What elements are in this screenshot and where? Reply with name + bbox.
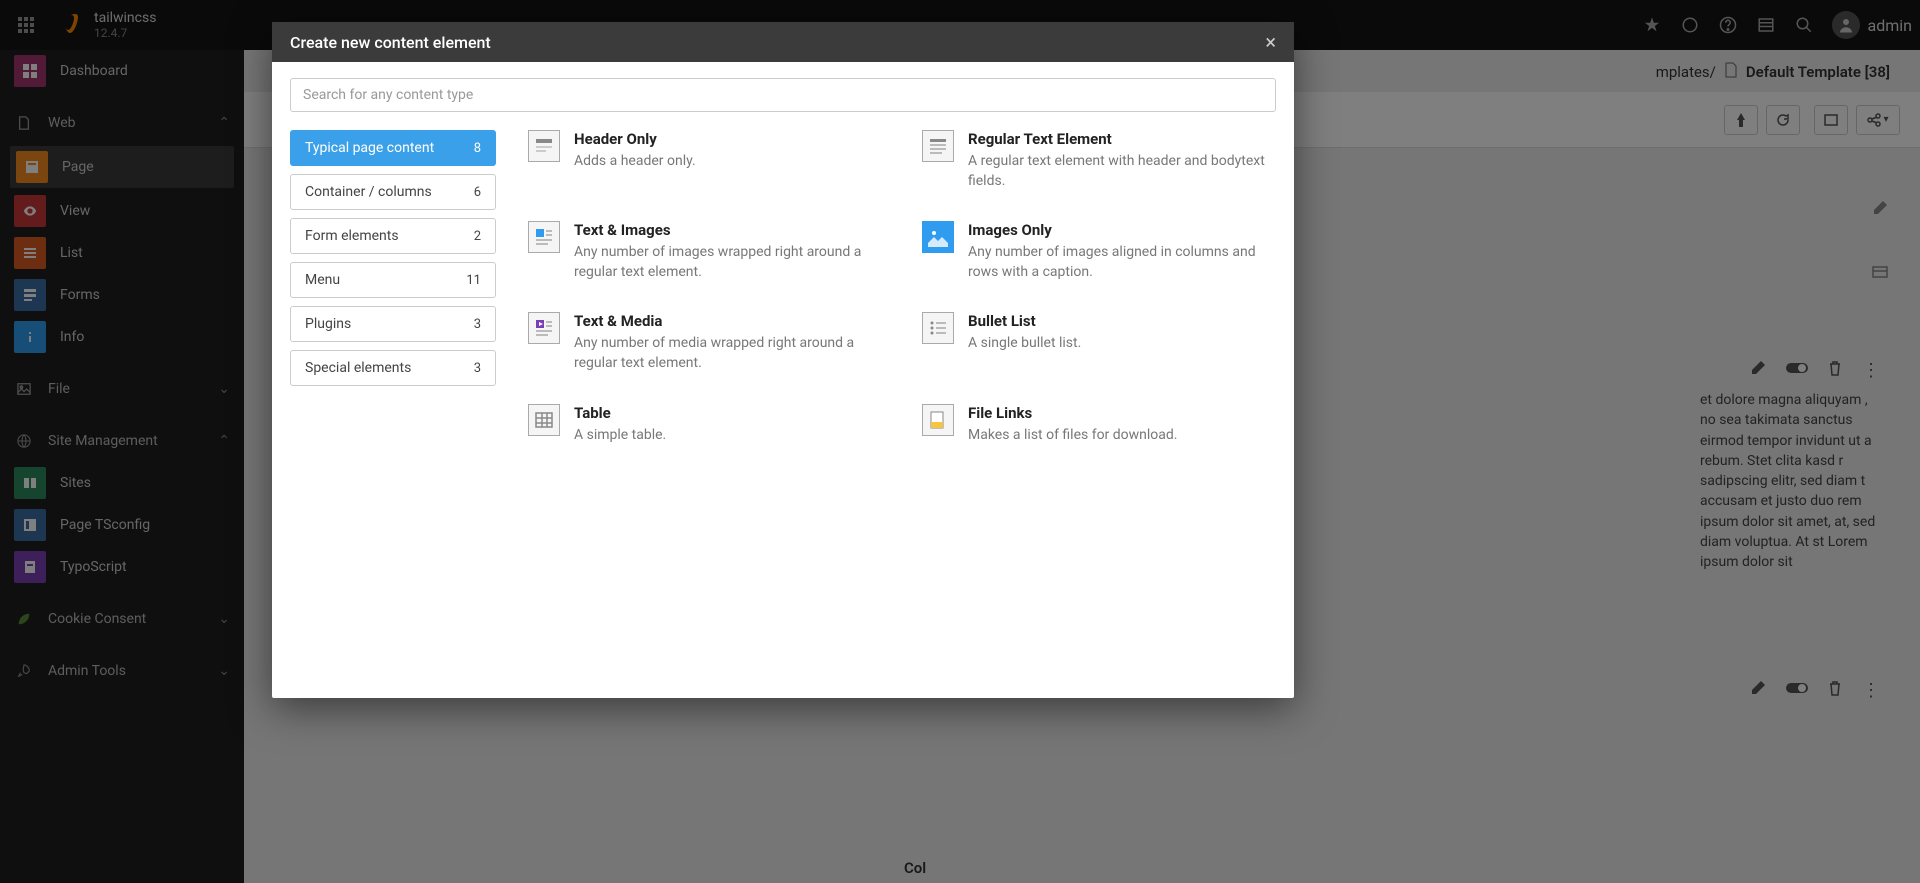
category-item[interactable]: Typical page content 8 xyxy=(290,130,496,166)
text-icon xyxy=(922,130,954,162)
element-description: Any number of media wrapped right around… xyxy=(574,334,882,373)
element-title: Bullet List xyxy=(968,312,1081,330)
bullets-icon xyxy=(922,312,954,344)
element-description: Makes a list of files for download. xyxy=(968,426,1178,446)
element-title: Text & Media xyxy=(574,312,882,330)
category-label: Plugins xyxy=(305,316,351,332)
category-label: Container / columns xyxy=(305,184,432,200)
table-icon xyxy=(528,404,560,436)
element-title: Header Only xyxy=(574,130,696,148)
content-element-option[interactable]: Images Only Any number of images aligned … xyxy=(922,221,1276,282)
element-title: Images Only xyxy=(968,221,1276,239)
element-grid: Header Only Adds a header only. Regular Te… xyxy=(528,130,1276,674)
modal-header: Create new content element × xyxy=(272,22,1294,62)
category-label: Form elements xyxy=(305,228,399,244)
category-count: 8 xyxy=(474,141,481,156)
content-element-option[interactable]: File Links Makes a list of files for down… xyxy=(922,404,1276,446)
content-element-option[interactable]: Header Only Adds a header only. xyxy=(528,130,882,191)
category-label: Menu xyxy=(305,272,340,288)
category-item[interactable]: Container / columns 6 xyxy=(290,174,496,210)
element-title: Regular Text Element xyxy=(968,130,1276,148)
category-count: 2 xyxy=(474,229,481,244)
element-title: Table xyxy=(574,404,666,422)
wizard-columns: Typical page content 8 Container / columns… xyxy=(290,130,1276,674)
search-input[interactable] xyxy=(290,78,1276,112)
modal-body: Typical page content 8 Container / columns… xyxy=(272,62,1294,698)
textpic-icon xyxy=(528,221,560,253)
category-item[interactable]: Special elements 3 xyxy=(290,350,496,386)
category-count: 3 xyxy=(474,361,481,376)
content-element-option[interactable]: Text & Images Any number of images wrappe… xyxy=(528,221,882,282)
category-count: 11 xyxy=(466,273,481,288)
element-description: A regular text element with header and b… xyxy=(968,152,1276,191)
new-content-element-modal: Create new content element × Typical pag… xyxy=(272,22,1294,698)
modal-title: Create new content element xyxy=(290,33,491,52)
image-icon xyxy=(922,221,954,253)
files-icon xyxy=(922,404,954,436)
category-count: 3 xyxy=(474,317,481,332)
content-element-option[interactable]: Regular Text Element A regular text eleme… xyxy=(922,130,1276,191)
category-item[interactable]: Form elements 2 xyxy=(290,218,496,254)
header-icon xyxy=(528,130,560,162)
element-title: File Links xyxy=(968,404,1178,422)
element-description: A simple table. xyxy=(574,426,666,446)
category-label: Typical page content xyxy=(305,140,434,156)
category-label: Special elements xyxy=(305,360,411,376)
category-list: Typical page content 8 Container / columns… xyxy=(290,130,496,674)
element-description: A single bullet list. xyxy=(968,334,1081,354)
element-description: Any number of images wrapped right aroun… xyxy=(574,243,882,282)
content-element-option[interactable]: Table A simple table. xyxy=(528,404,882,446)
element-description: Any number of images aligned in columns … xyxy=(968,243,1276,282)
element-description: Adds a header only. xyxy=(574,152,696,172)
category-item[interactable]: Menu 11 xyxy=(290,262,496,298)
category-item[interactable]: Plugins 3 xyxy=(290,306,496,342)
media-icon xyxy=(528,312,560,344)
content-element-option[interactable]: Bullet List A single bullet list. xyxy=(922,312,1276,373)
content-element-option[interactable]: Text & Media Any number of media wrapped … xyxy=(528,312,882,373)
element-title: Text & Images xyxy=(574,221,882,239)
search-row xyxy=(290,78,1276,112)
category-count: 6 xyxy=(474,185,481,200)
close-icon[interactable]: × xyxy=(1265,30,1276,54)
